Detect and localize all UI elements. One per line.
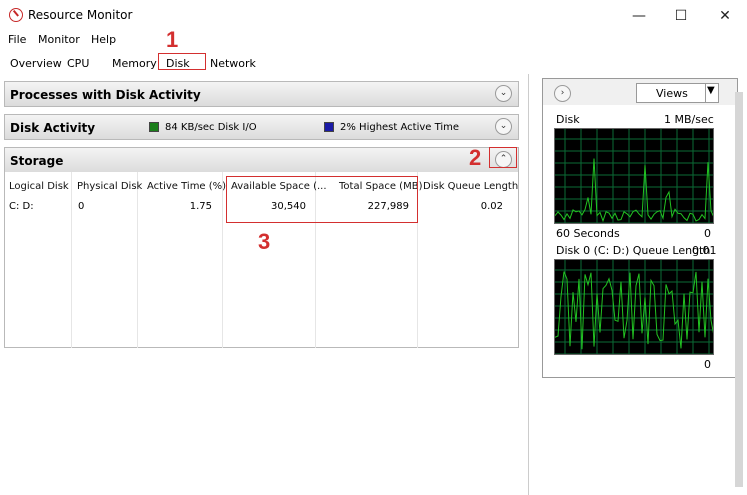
legend-disk-io: 84 KB/sec Disk I/O [165,122,257,133]
column-divider [71,172,72,348]
cell-disk-queue-length[interactable]: 0.02 [420,201,503,212]
graph-disk-min: 0 [704,227,711,240]
dropdown-arrow-icon: ▼ [707,85,715,96]
graph-disk-time-span: 60 Seconds [556,227,620,240]
chevron-down-icon[interactable]: ⌄ [495,85,512,102]
tab-memory[interactable]: Memory [112,57,157,70]
graph-disk [554,128,714,224]
graph-queue-min: 0 [704,358,711,371]
graph-activity-line [555,271,713,350]
chevron-right-icon[interactable]: › [554,85,571,102]
column-divider [222,172,223,348]
resource-monitor-icon [9,8,23,22]
dropdown-divider [705,84,706,102]
graph-disk-title: Disk [556,113,580,126]
section-title: Processes with Disk Activity [10,88,201,102]
minimize-button[interactable]: — [624,6,654,26]
highlight-box-disk-tab [158,53,206,70]
cell-logical-disk[interactable]: C: D: [9,201,34,212]
chevron-down-icon[interactable]: ⌄ [495,118,512,135]
tab-overview[interactable]: Overview [10,57,62,70]
graph-queue-length [554,259,714,355]
column-header-disk-queue-length[interactable]: Disk Queue Length [423,181,518,192]
section-title: Storage [10,154,64,168]
highlight-box-collapse-button [489,147,517,168]
annotation-number-3: 3 [258,229,271,254]
annotation-number-1: 1 [166,27,179,52]
column-header-active-time[interactable]: Active Time (%) [147,181,226,192]
column-header-physical-disk[interactable]: Physical Disk [77,181,142,192]
vertical-scrollbar[interactable] [735,92,743,487]
column-divider [137,172,138,348]
graph-queue-max: 0.01 [692,244,717,257]
cell-physical-disk[interactable]: 0 [78,201,84,212]
menu-file[interactable]: File [8,33,26,46]
section-header-processes[interactable]: Processes with Disk Activity ⌄ [4,81,519,107]
highlight-box-space-columns [226,176,418,223]
graph-disk-max: 1 MB/sec [664,113,714,126]
views-dropdown[interactable]: Views ▼ [636,83,719,103]
close-button[interactable]: ✕ [710,6,740,26]
legend-disk-io-icon [149,122,159,132]
section-title: Disk Activity [10,121,96,135]
menu-help[interactable]: Help [91,33,116,46]
graph-activity-line [555,158,713,223]
maximize-button[interactable]: ☐ [666,6,696,26]
section-header-disk-activity[interactable]: Disk Activity 84 KB/sec Disk I/O 2% High… [4,114,519,140]
tab-cpu[interactable]: CPU [67,57,89,70]
window-title: Resource Monitor [28,8,133,22]
legend-active-time-icon [324,122,334,132]
graph-queue-title: Disk 0 (C: D:) Queue Length [556,244,711,257]
menu-monitor[interactable]: Monitor [38,33,80,46]
tab-network[interactable]: Network [210,57,256,70]
legend-active-time: 2% Highest Active Time [340,122,460,133]
views-label: Views [656,87,688,100]
column-header-logical-disk[interactable]: Logical Disk [9,181,69,192]
cell-active-time[interactable]: 1.75 [140,201,212,212]
section-header-storage[interactable]: Storage ⌃ [4,147,519,173]
annotation-number-2: 2 [469,145,482,170]
